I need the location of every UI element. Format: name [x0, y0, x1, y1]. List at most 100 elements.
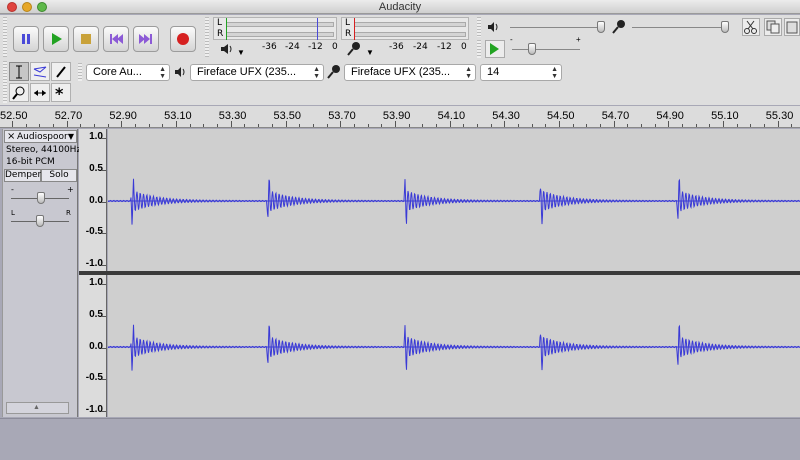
record-icon — [177, 33, 189, 45]
copy-button[interactable] — [764, 18, 782, 36]
input-volume-track[interactable] — [632, 27, 726, 28]
audio-host-select[interactable]: Core Au... ▲ ▼ — [86, 64, 170, 81]
ruler-label: 55.10 — [711, 110, 739, 122]
output-volume-icon — [488, 22, 498, 32]
envelope-tool[interactable] — [30, 62, 50, 81]
ruler-major-tick — [230, 121, 232, 127]
waveform-left-channel[interactable] — [108, 129, 800, 271]
paste-button[interactable] — [784, 18, 800, 36]
toolbar-grip[interactable] — [3, 61, 7, 103]
input-volume-slider[interactable] — [721, 21, 729, 33]
output-volume-slider[interactable] — [597, 21, 605, 33]
play-speed-slider[interactable] — [528, 43, 536, 55]
record-meter[interactable]: L R — [341, 17, 469, 40]
stop-button[interactable] — [73, 26, 99, 52]
selection-tool[interactable] — [9, 62, 29, 81]
multi-tool[interactable]: * — [51, 83, 71, 102]
updown-icon: ▲ ▼ — [313, 66, 320, 80]
amplitude-ruler-right[interactable]: 1.0 0.5 0.0 -0.5 -1.0 — [79, 275, 107, 417]
pan-left-label: L — [11, 209, 15, 217]
record-meter-menu[interactable]: ▼ — [366, 48, 374, 57]
solo-label: Solo — [49, 170, 69, 180]
input-device-select[interactable]: Fireface UFX (235... ▲ ▼ — [344, 64, 476, 81]
track-name[interactable]: Audiospoor — [17, 132, 68, 142]
cut-button[interactable] — [742, 18, 760, 36]
track-title-bar[interactable]: × Audiospoor ▼ — [4, 130, 77, 143]
record-button[interactable] — [170, 26, 196, 52]
amplitude-tick — [101, 411, 106, 412]
ruler-minor-tick — [586, 124, 588, 127]
ruler-label: 54.10 — [437, 110, 466, 122]
ruler-major-tick — [176, 121, 178, 127]
output-device-select[interactable]: Fireface UFX (235... ▲ ▼ — [190, 64, 324, 81]
track-menu-icon[interactable]: ▼ — [68, 132, 74, 141]
speaker-icon — [221, 44, 232, 54]
amplitude-ruler-left[interactable]: 1.0 0.5 0.0 -0.5 -1.0 — [79, 129, 107, 271]
magnifier-icon — [12, 86, 25, 100]
play-at-speed-button[interactable] — [485, 40, 505, 58]
meter-left-label: L — [217, 18, 223, 28]
toolbar-grip[interactable] — [78, 63, 82, 81]
ruler-minor-tick — [299, 124, 301, 127]
meter-scale-label: -36 — [262, 42, 277, 52]
skip-end-button[interactable] — [133, 26, 159, 52]
zoom-tool[interactable] — [9, 83, 29, 102]
speaker-icon — [175, 67, 185, 77]
playback-meter[interactable]: L R — [213, 17, 337, 40]
amplitude-label: 1.0 — [89, 131, 103, 142]
gain-plus-label: + — [67, 185, 74, 194]
gain-slider[interactable] — [37, 192, 45, 204]
ruler-minor-tick — [545, 124, 547, 127]
microphone-icon — [327, 65, 340, 79]
toolbar-grip[interactable] — [3, 17, 7, 57]
ibeam-icon — [16, 65, 22, 79]
mute-button[interactable]: Dempen — [4, 169, 43, 182]
solo-button[interactable]: Solo — [41, 169, 77, 182]
toolbar-grip[interactable] — [477, 17, 481, 37]
paste-icon — [786, 21, 798, 34]
ruler-minor-tick — [600, 124, 602, 127]
ruler-major-tick — [12, 121, 13, 127]
amplitude-label: 0.0 — [89, 340, 103, 352]
scissors-icon — [744, 20, 757, 34]
input-channels-select[interactable]: 14 ▲ ▼ — [480, 64, 562, 81]
amplitude-label: -1.0 — [85, 258, 103, 269]
time-shift-tool[interactable] — [30, 83, 50, 102]
skip-start-button[interactable] — [103, 26, 129, 52]
toolbar-grip[interactable] — [205, 17, 209, 57]
pause-button[interactable] — [13, 26, 39, 52]
ruler-minor-tick — [217, 124, 219, 127]
meter-scale-label: -12 — [437, 42, 452, 52]
waveform-path — [108, 324, 800, 371]
meter-left-label: L — [345, 18, 351, 28]
ruler-minor-tick — [353, 124, 355, 127]
output-volume-track[interactable] — [510, 27, 602, 28]
ruler-major-tick — [394, 121, 396, 127]
waveform-right-channel[interactable] — [108, 275, 800, 417]
pan-slider[interactable] — [36, 215, 44, 227]
amplitude-label: 1.0 — [89, 277, 103, 288]
timeline-ruler[interactable]: 52.50 52.70 52.90 53.10 53.30 53.50 53.70 53.90… — [0, 106, 800, 128]
draw-tool[interactable] — [51, 62, 71, 81]
envelope-icon — [33, 66, 47, 78]
play-button[interactable] — [43, 26, 69, 52]
playback-meter-menu[interactable]: ▼ — [237, 48, 245, 57]
waveform-path — [108, 178, 800, 225]
ruler-minor-tick — [258, 124, 260, 127]
ruler-minor-tick — [517, 124, 519, 127]
empty-track-space[interactable] — [0, 418, 800, 460]
meter-scale-label: -24 — [285, 42, 300, 52]
collapse-track-button[interactable]: ▲ — [6, 402, 69, 414]
ruler-minor-tick — [750, 124, 752, 127]
close-track-icon[interactable]: × — [7, 131, 15, 142]
meter-scale-label: 0 — [461, 42, 467, 52]
audio-host-value: Core Au... — [93, 66, 142, 78]
play-speed-minus: - — [510, 35, 513, 44]
amplitude-label: -0.5 — [85, 226, 103, 238]
toolbar-grip[interactable] — [477, 40, 481, 58]
ruler-minor-tick — [572, 124, 574, 127]
ruler-minor-tick — [791, 124, 793, 127]
play-speed-track[interactable] — [512, 49, 580, 50]
ruler-major-tick — [285, 121, 287, 127]
amplitude-label: 0.5 — [89, 162, 103, 174]
